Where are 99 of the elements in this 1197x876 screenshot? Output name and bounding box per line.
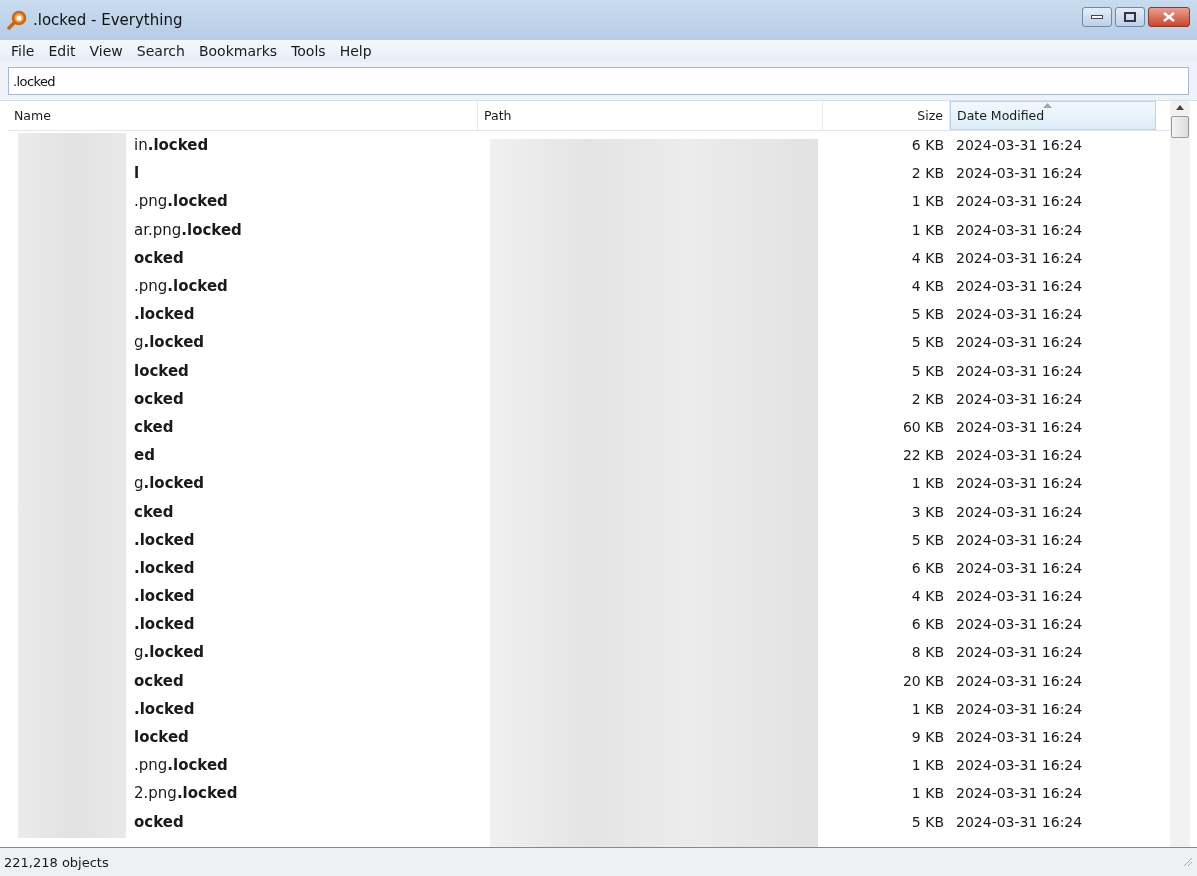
file-size: 1 KB bbox=[910, 785, 945, 802]
file-name: ocked bbox=[133, 389, 185, 408]
close-icon bbox=[1163, 12, 1175, 22]
file-size: 8 KB bbox=[910, 644, 945, 661]
file-name: locked bbox=[133, 361, 190, 380]
date-modified: 2024-03-31 16:24 bbox=[955, 362, 1084, 379]
file-name: .png.locked bbox=[133, 277, 229, 296]
file-size: 4 KB bbox=[910, 588, 945, 605]
file-size: 5 KB bbox=[910, 813, 945, 830]
file-size: 5 KB bbox=[910, 306, 945, 323]
close-button[interactable] bbox=[1148, 7, 1190, 27]
file-size: 3 KB bbox=[910, 503, 945, 520]
file-name: .locked bbox=[133, 305, 196, 324]
date-modified: 2024-03-31 16:24 bbox=[955, 700, 1084, 717]
menu-item[interactable]: Search bbox=[129, 43, 192, 59]
column-header[interactable]: Path bbox=[478, 101, 823, 130]
file-name: g.locked bbox=[133, 333, 206, 352]
menu-item[interactable]: Edit bbox=[41, 43, 83, 59]
file-size: 60 KB bbox=[901, 418, 945, 435]
date-modified: 2024-03-31 16:24 bbox=[955, 390, 1084, 407]
date-modified: 2024-03-31 16:24 bbox=[955, 785, 1084, 802]
maximize-icon bbox=[1124, 12, 1136, 22]
file-size: 2 KB bbox=[910, 390, 945, 407]
menu-item[interactable]: View bbox=[82, 43, 130, 59]
file-size: 5 KB bbox=[910, 531, 945, 548]
file-size: 5 KB bbox=[910, 362, 945, 379]
file-size: 9 KB bbox=[910, 729, 945, 746]
file-name: .png.locked bbox=[133, 756, 229, 775]
file-name: l bbox=[133, 164, 141, 183]
file-size: 6 KB bbox=[910, 137, 945, 154]
file-name: g.locked bbox=[133, 643, 206, 662]
file-size: 5 KB bbox=[910, 334, 945, 351]
file-size: 1 KB bbox=[910, 700, 945, 717]
date-modified: 2024-03-31 16:24 bbox=[955, 418, 1084, 435]
date-modified: 2024-03-31 16:24 bbox=[955, 137, 1084, 154]
file-name: g.locked bbox=[133, 474, 206, 493]
resize-grip-icon bbox=[1183, 857, 1193, 867]
file-name: .locked bbox=[133, 615, 196, 634]
search-field[interactable]: .locked bbox=[8, 67, 1189, 95]
date-modified: 2024-03-31 16:24 bbox=[955, 729, 1084, 746]
maximize-button[interactable] bbox=[1115, 7, 1145, 27]
file-name: in.locked bbox=[133, 136, 210, 155]
file-name: ar.png.locked bbox=[133, 220, 243, 239]
file-name: cked bbox=[133, 417, 175, 436]
file-name: .png.locked bbox=[133, 192, 229, 211]
file-size: 6 KB bbox=[910, 616, 945, 633]
date-modified: 2024-03-31 16:24 bbox=[955, 588, 1084, 605]
file-name: ocked bbox=[133, 248, 185, 267]
file-name: .locked bbox=[133, 530, 196, 549]
minimize-icon bbox=[1091, 14, 1103, 20]
date-modified: 2024-03-31 16:24 bbox=[955, 165, 1084, 182]
file-size: 22 KB bbox=[901, 447, 945, 464]
date-modified: 2024-03-31 16:24 bbox=[955, 334, 1084, 351]
date-modified: 2024-03-31 16:24 bbox=[955, 531, 1084, 548]
minimize-button[interactable] bbox=[1082, 7, 1112, 27]
date-modified: 2024-03-31 16:24 bbox=[955, 757, 1084, 774]
file-name: .locked bbox=[133, 587, 196, 606]
file-size: 2 KB bbox=[910, 165, 945, 182]
date-modified: 2024-03-31 16:24 bbox=[955, 559, 1084, 576]
date-modified: 2024-03-31 16:24 bbox=[955, 447, 1084, 464]
menu-item[interactable]: Help bbox=[332, 43, 379, 59]
date-modified: 2024-03-31 16:24 bbox=[955, 644, 1084, 661]
scrollbar-thumb[interactable] bbox=[1171, 116, 1189, 138]
menu-item[interactable]: Tools bbox=[284, 43, 333, 59]
date-modified: 2024-03-31 16:24 bbox=[955, 475, 1084, 492]
date-modified: 2024-03-31 16:24 bbox=[955, 503, 1084, 520]
file-name: 2.png.locked bbox=[133, 784, 239, 803]
magnifier-logo-icon bbox=[7, 10, 27, 30]
object-count: 221,218 objects bbox=[4, 854, 109, 870]
file-size: 4 KB bbox=[910, 278, 945, 295]
date-modified: 2024-03-31 16:24 bbox=[955, 813, 1084, 830]
file-size: 6 KB bbox=[910, 559, 945, 576]
column-header[interactable]: Name bbox=[8, 101, 478, 130]
sort-arrow-icon bbox=[1043, 103, 1052, 108]
menu-item[interactable]: File bbox=[4, 43, 42, 59]
file-size: 1 KB bbox=[910, 757, 945, 774]
file-name: ocked bbox=[133, 671, 185, 690]
file-size: 20 KB bbox=[901, 672, 945, 689]
date-modified: 2024-03-31 16:24 bbox=[955, 249, 1084, 266]
date-modified: 2024-03-31 16:24 bbox=[955, 306, 1084, 323]
file-name: ocked bbox=[133, 812, 185, 831]
file-size: 1 KB bbox=[910, 475, 945, 492]
file-size: 1 KB bbox=[910, 193, 945, 210]
date-modified: 2024-03-31 16:24 bbox=[955, 221, 1084, 238]
column-header[interactable]: Date Modified bbox=[950, 101, 1156, 130]
file-size: 1 KB bbox=[910, 221, 945, 238]
date-modified: 2024-03-31 16:24 bbox=[955, 193, 1084, 210]
file-name: .locked bbox=[133, 699, 196, 718]
file-size: 4 KB bbox=[910, 249, 945, 266]
file-name: .locked bbox=[133, 558, 196, 577]
file-name: locked bbox=[133, 728, 190, 747]
window-title: .locked - Everything bbox=[33, 11, 183, 29]
date-modified: 2024-03-31 16:24 bbox=[955, 616, 1084, 633]
menu-item[interactable]: Bookmarks bbox=[191, 43, 285, 59]
date-modified: 2024-03-31 16:24 bbox=[955, 672, 1084, 689]
file-name: cked bbox=[133, 502, 175, 521]
scroll-up-icon[interactable] bbox=[1176, 105, 1184, 110]
date-modified: 2024-03-31 16:24 bbox=[955, 278, 1084, 295]
file-name: ed bbox=[133, 446, 156, 465]
